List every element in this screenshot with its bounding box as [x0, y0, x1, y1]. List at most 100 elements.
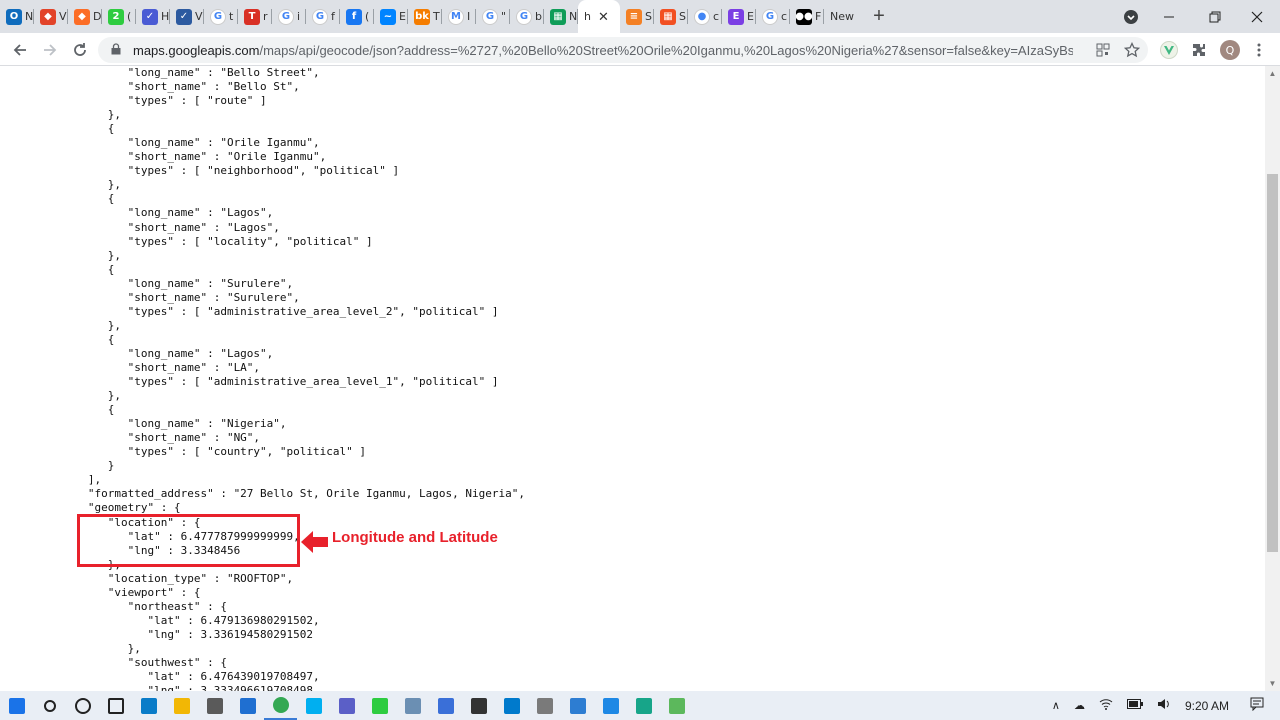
taskbar-edge-icon[interactable] — [132, 691, 165, 720]
annotation-label: Longitude and Latitude — [332, 529, 498, 546]
json-line: "northeast" : { — [127, 599, 227, 613]
new-tab-plus-icon[interactable]: + — [864, 2, 894, 32]
url-text[interactable]: maps.googleapis.com/maps/api/geocode/jso… — [133, 43, 1073, 58]
taskbar-windows-start-icon[interactable] — [0, 691, 33, 720]
taskbar-chrome-icon[interactable] — [264, 691, 297, 720]
json-line: }, — [107, 318, 121, 332]
tab[interactable]: G " — [476, 0, 510, 33]
json-line: "geometry" : { — [87, 501, 181, 515]
taskbar-app-gray-icon[interactable] — [528, 691, 561, 720]
minimize-icon[interactable] — [1146, 0, 1192, 33]
tab[interactable]: ~ E — [374, 0, 408, 33]
tab[interactable]: ON — [0, 0, 34, 33]
tab[interactable]: ≡ S — [620, 0, 654, 33]
tab[interactable]: Gc — [756, 0, 790, 33]
json-line: }, — [107, 178, 121, 192]
json-line: "long_name" : "Orile Iganmu", — [127, 136, 320, 150]
taskbar-photos-icon[interactable] — [561, 691, 594, 720]
qr-code-icon[interactable] — [1094, 41, 1112, 59]
volume-icon[interactable] — [1157, 698, 1171, 713]
tab-title: V — [59, 10, 67, 23]
tab[interactable]: ◆ D — [68, 0, 102, 33]
taskbar-app-cube-icon[interactable] — [660, 691, 693, 720]
cloud-icon[interactable]: ☁ — [1074, 699, 1085, 712]
tab-title: c — [713, 10, 720, 23]
tab[interactable]: MI — [442, 0, 476, 33]
tab[interactable]: EE — [722, 0, 756, 33]
scroll-down-icon[interactable]: ▼ — [1265, 676, 1280, 691]
taskbar-cortana-icon[interactable] — [66, 691, 99, 720]
taskbar-app-blue-icon[interactable] — [429, 691, 462, 720]
arrow-left-icon — [301, 531, 328, 553]
taskbar-file-explorer-icon[interactable] — [165, 691, 198, 720]
tab[interactable]: 2( — [102, 0, 136, 33]
gitlab-icon: ◆ — [74, 8, 90, 25]
tab[interactable]: bk T — [408, 0, 442, 33]
extensions-icon[interactable] — [1190, 41, 1208, 59]
tab-title: ( — [127, 10, 132, 23]
tab[interactable]: ✓ V — [170, 0, 204, 33]
taskbar-mail-icon[interactable] — [231, 691, 264, 720]
taskbar-media-icon[interactable] — [594, 691, 627, 720]
taskbar-vscode-icon[interactable] — [495, 691, 528, 720]
tab[interactable]: Gb — [510, 0, 544, 33]
scrollbar-thumb[interactable] — [1267, 174, 1278, 552]
tab-active[interactable]: h ✕ — [578, 0, 620, 33]
tab[interactable]: ●● F — [790, 0, 824, 33]
tab[interactable]: Gf — [306, 0, 340, 33]
clock[interactable]: 9:20 AM — [1185, 699, 1229, 713]
tab[interactable]: Tr — [238, 0, 272, 33]
taskbar-store-icon[interactable] — [198, 691, 231, 720]
menu-kebab-icon[interactable] — [1250, 41, 1268, 59]
json-line: { — [107, 262, 115, 276]
restore-icon[interactable] — [1192, 0, 1238, 33]
tab[interactable]: ● c — [688, 0, 722, 33]
taskbar-skype-icon[interactable] — [297, 691, 330, 720]
tab[interactable]: ◆ V — [34, 0, 68, 33]
google-icon: G — [762, 8, 778, 25]
taskbar-terminal-icon[interactable] — [462, 691, 495, 720]
tab[interactable]: Gi — [272, 0, 306, 33]
json-line: "lat" : 6.476439019708497, — [147, 670, 320, 684]
json-line: "location_type" : "ROOFTOP", — [107, 571, 294, 585]
tab-title: New — [830, 10, 854, 23]
tab[interactable]: ▦ N — [544, 0, 578, 33]
vue-devtools-icon[interactable] — [1160, 41, 1178, 59]
tab-new[interactable]: New — [824, 0, 864, 33]
tab[interactable]: ▦ S — [654, 0, 688, 33]
notifications-icon[interactable] — [1250, 697, 1264, 714]
json-line: "long_name" : "Surulere", — [127, 276, 294, 290]
close-tab-icon[interactable]: ✕ — [598, 9, 609, 25]
taskbar-notepad-icon[interactable] — [396, 691, 429, 720]
taskbar-app-teal-icon[interactable] — [627, 691, 660, 720]
wifi-icon[interactable] — [1099, 698, 1113, 713]
json-line: "short_name" : "Lagos", — [127, 220, 280, 234]
taskbar-task-view-icon[interactable] — [99, 691, 132, 720]
address-bar[interactable]: maps.googleapis.com/maps/api/geocode/jso… — [98, 37, 1148, 63]
battery-icon[interactable] — [1126, 699, 1143, 712]
tab[interactable]: f( — [340, 0, 374, 33]
facebook-icon: f — [346, 8, 362, 25]
location-highlight-box — [77, 514, 300, 567]
tab[interactable]: Gt — [204, 0, 238, 33]
vertical-scrollbar[interactable]: ▲ ▼ — [1265, 66, 1280, 691]
tab-title: S — [679, 10, 686, 23]
url-host: maps.googleapis.com — [133, 42, 260, 58]
taskbar-search-icon[interactable] — [33, 691, 66, 720]
tab-title: E — [399, 10, 406, 23]
checkbox-icon: ✓ — [142, 8, 158, 25]
taskbar-app-green-icon[interactable] — [363, 691, 396, 720]
chevron-up-icon[interactable]: ∧ — [1052, 699, 1060, 712]
gitlab-icon: ◆ — [40, 8, 56, 25]
json-line: "southwest" : { — [127, 655, 227, 669]
tab-title: " — [501, 10, 507, 23]
bookmark-star-icon[interactable] — [1123, 41, 1141, 59]
reload-icon[interactable] — [67, 37, 93, 63]
tab[interactable]: ✓ H — [136, 0, 170, 33]
forward-icon[interactable] — [37, 37, 63, 63]
profile-avatar[interactable]: Q — [1220, 40, 1240, 60]
scroll-up-icon[interactable]: ▲ — [1265, 66, 1280, 81]
taskbar-teams-icon[interactable] — [330, 691, 363, 720]
back-icon[interactable] — [7, 37, 33, 63]
close-window-icon[interactable] — [1234, 0, 1280, 33]
